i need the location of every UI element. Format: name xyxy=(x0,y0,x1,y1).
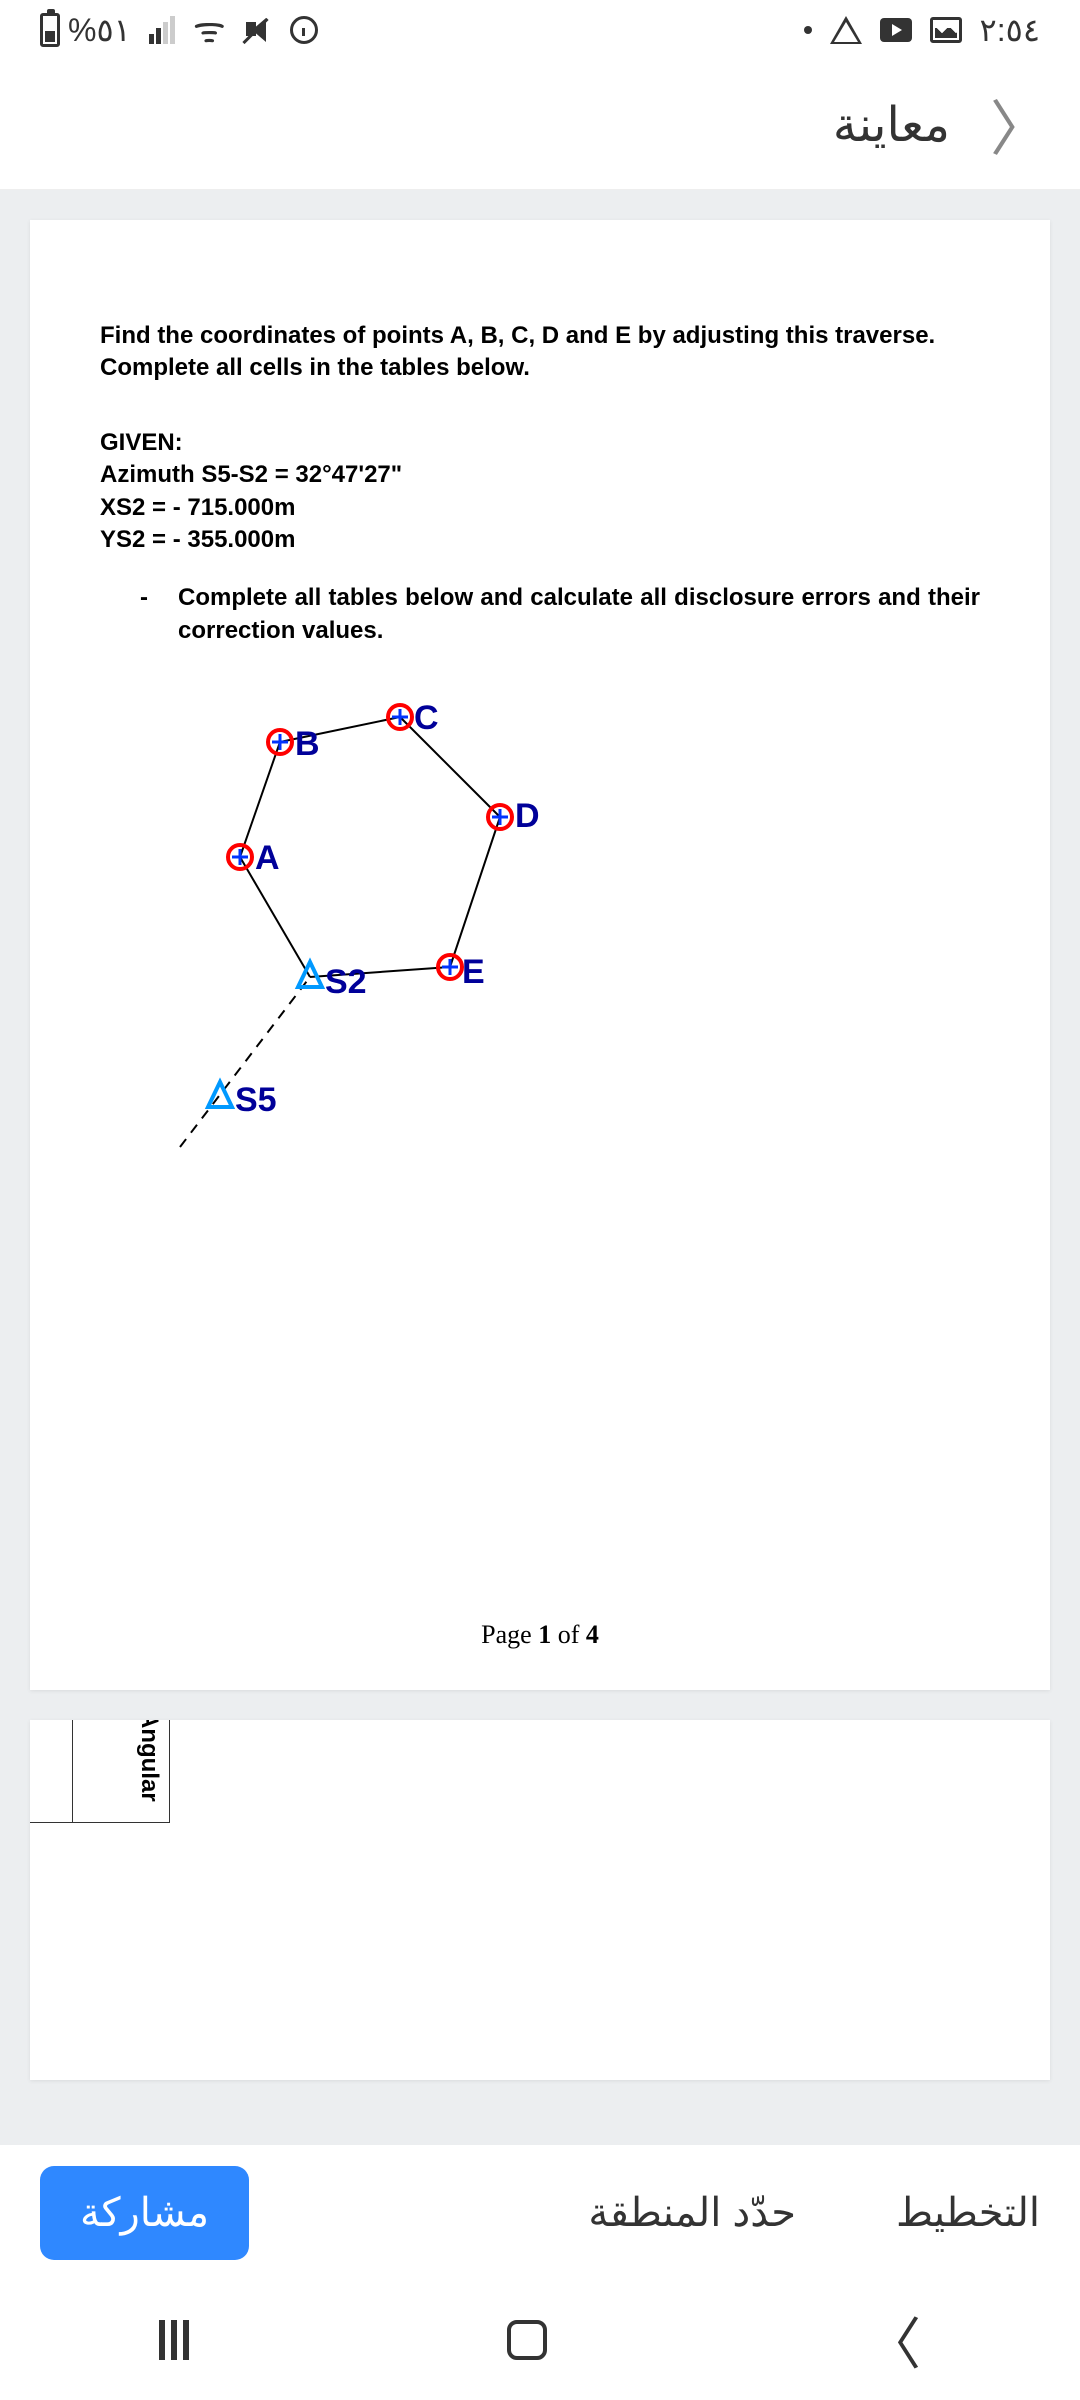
bullet-dash: - xyxy=(140,582,148,647)
given-azimuth: Azimuth S5-S2 = 32°47'27" xyxy=(100,459,980,491)
document-page-1: Find the coordinates of points A, B, C, … xyxy=(30,220,1050,1690)
share-button[interactable]: مشاركة xyxy=(40,2166,249,2260)
given-ys2: YS2 = - 355.000m xyxy=(100,524,980,556)
picture-icon xyxy=(930,17,962,43)
layout-button[interactable]: التخطيط xyxy=(896,2190,1040,2236)
battery-icon xyxy=(40,13,60,47)
signal-icon xyxy=(149,16,175,44)
dot-icon xyxy=(804,26,812,34)
traverse-figure: A B C D E S2 S5 xyxy=(150,687,980,1172)
doc-prompt-line1: Find the coordinates of points A, B, C, … xyxy=(100,320,980,352)
battery-indicator: %٥١ xyxy=(40,11,131,49)
bullet-text: Complete all tables below and calculate … xyxy=(178,582,980,647)
table-header-angular: Angular xyxy=(73,1720,170,1822)
bottom-toolbar: مشاركة حدّد المنطقة التخطيط xyxy=(0,2145,1080,2280)
point-label-B: B xyxy=(295,725,320,763)
select-region-button[interactable]: حدّد المنطقة xyxy=(588,2190,796,2236)
given-label: GIVEN: xyxy=(100,427,980,459)
system-nav-bar: 〉 xyxy=(0,2280,1080,2400)
battery-percent: %٥١ xyxy=(68,11,131,49)
point-label-S2: S2 xyxy=(325,963,367,1001)
warning-icon xyxy=(830,16,862,44)
alarm-icon xyxy=(290,16,318,44)
document-page-2: Measured angle Clockwise Angular 115°30'… xyxy=(30,1720,1050,2080)
back-button[interactable]: 〉 xyxy=(865,2300,921,2381)
document-viewport[interactable]: Find the coordinates of points A, B, C, … xyxy=(0,190,1080,2145)
point-label-C: C xyxy=(414,699,439,737)
clock-text: ٢:٥٤ xyxy=(980,11,1040,49)
status-left: %٥١ ᯤ xyxy=(40,11,318,49)
page-number: Page 1 of 4 xyxy=(100,1540,980,1650)
given-xs2: XS2 = - 715.000m xyxy=(100,492,980,524)
angles-table: Measured angle Clockwise Angular 115°30'… xyxy=(30,1720,170,1823)
doc-prompt-line2: Complete all cells in the tables below. xyxy=(100,352,980,384)
status-right: ٢:٥٤ xyxy=(804,11,1040,49)
point-label-D: D xyxy=(515,797,540,835)
point-label-A: A xyxy=(255,839,280,877)
app-header: معاينة 〉 xyxy=(0,60,1080,190)
home-button[interactable] xyxy=(507,2320,547,2360)
mute-icon xyxy=(244,16,272,44)
status-bar: %٥١ ᯤ ٢:٥٤ xyxy=(0,0,1080,60)
point-label-S5: S5 xyxy=(235,1081,277,1119)
youtube-icon xyxy=(880,18,912,42)
point-label-E: E xyxy=(462,953,485,991)
table-row: 115°30'25" xyxy=(30,1720,73,1822)
back-icon[interactable]: 〉 xyxy=(990,81,1050,168)
page-title: معاينة xyxy=(833,97,950,153)
recents-button[interactable] xyxy=(159,2320,189,2360)
wifi-icon: ᯤ xyxy=(193,12,226,48)
